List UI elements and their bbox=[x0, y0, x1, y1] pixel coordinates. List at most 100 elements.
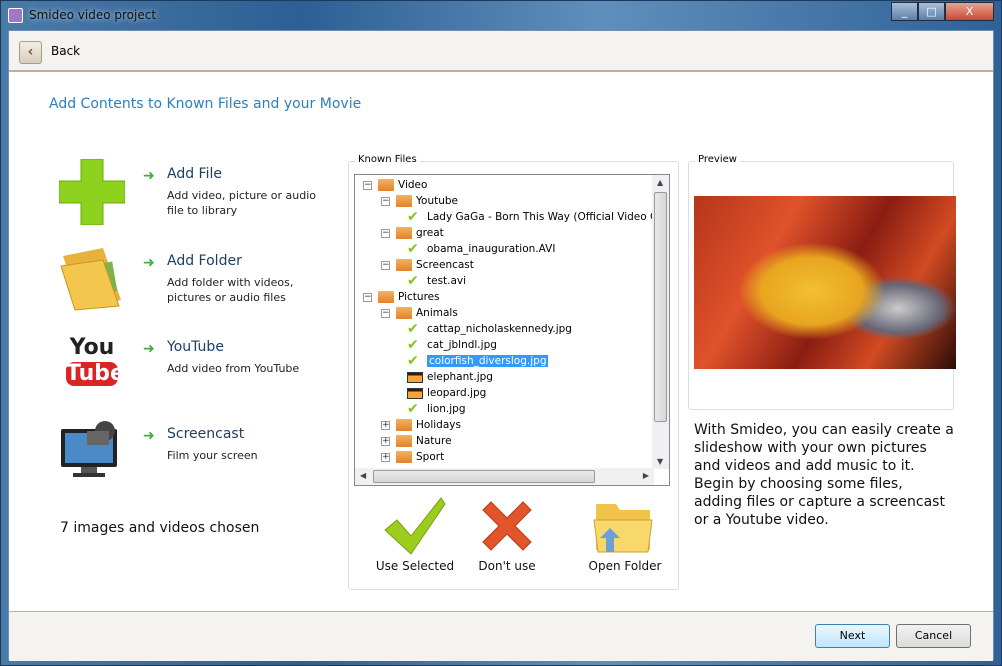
checkmark-icon: ✔ bbox=[407, 273, 419, 289]
folder-icon bbox=[396, 259, 412, 271]
tree-node[interactable]: − Animals bbox=[381, 305, 458, 321]
youtube-logo: You Tube bbox=[66, 335, 125, 386]
folder-icon bbox=[378, 291, 394, 303]
dont-use-button[interactable]: Don't use bbox=[471, 496, 543, 573]
tree-node-label[interactable]: Pictures bbox=[398, 291, 440, 303]
tree-node[interactable]: − Screencast bbox=[381, 257, 474, 273]
youtube-label[interactable]: YouTube bbox=[167, 339, 224, 355]
tree-node-label[interactable]: Sport bbox=[416, 451, 444, 463]
folder-icon bbox=[396, 227, 412, 239]
screencast-label[interactable]: Screencast bbox=[167, 426, 244, 442]
folder-icon bbox=[396, 435, 412, 447]
tree-node[interactable]: − Pictures bbox=[363, 289, 440, 305]
window-title: Smideo video project bbox=[29, 8, 157, 22]
tree-node[interactable]: + Sport bbox=[381, 449, 444, 465]
tree-node[interactable]: + Nature bbox=[381, 433, 452, 449]
expand-icon[interactable]: + bbox=[381, 420, 390, 430]
next-button[interactable]: Next bbox=[815, 624, 890, 648]
tree-node-label[interactable]: great bbox=[416, 227, 444, 239]
tree-node[interactable]: − Video bbox=[363, 177, 427, 193]
tree-node-label[interactable]: cat_jblndl.jpg bbox=[427, 339, 497, 351]
add-file-label[interactable]: Add File bbox=[167, 166, 222, 182]
collapse-icon[interactable]: − bbox=[381, 228, 390, 238]
tree-node[interactable]: + Holidays bbox=[381, 417, 461, 433]
back-label[interactable]: Back bbox=[51, 44, 80, 58]
checkmark-icon: ✔ bbox=[407, 337, 419, 353]
tree-node-label[interactable]: Animals bbox=[416, 307, 458, 319]
arrow-right-icon: ➜ bbox=[143, 341, 155, 357]
folder-icon bbox=[396, 419, 412, 431]
tree-node[interactable]: ✔ test.avi bbox=[407, 273, 466, 289]
folder-pictures-icon bbox=[60, 248, 121, 311]
add-file-action[interactable]: ➜ Add File Add video, picture or audio fi… bbox=[59, 159, 339, 229]
arrow-right-icon: ➜ bbox=[143, 255, 155, 271]
collapse-icon[interactable]: − bbox=[381, 308, 390, 318]
tree-node[interactable]: ✔ colorfish_diverslog.jpg bbox=[407, 353, 549, 369]
tree-node[interactable]: − great bbox=[381, 225, 444, 241]
checkmark-icon: ✔ bbox=[407, 353, 419, 369]
page-title: Add Contents to Known Files and your Mov… bbox=[49, 96, 362, 112]
tree-node[interactable]: ✔ cat_jblndl.jpg bbox=[407, 337, 497, 353]
vertical-scrollbar[interactable]: ▲ ▼ bbox=[652, 175, 669, 469]
checkmark-icon: ✔ bbox=[407, 321, 419, 337]
tree-node-label[interactable]: test.avi bbox=[427, 275, 466, 287]
collapse-icon[interactable]: − bbox=[381, 196, 390, 206]
add-folder-action[interactable]: ➜ Add Folder Add folder with videos, pict… bbox=[59, 246, 339, 316]
tree-node[interactable]: ✔ Lady GaGa - Born This Way (Official Vid… bbox=[407, 209, 667, 225]
known-files-tree[interactable]: + Sport + Nature + Holidays ✔ lion.jpg leopard.j… bbox=[354, 174, 670, 486]
tree-node-label[interactable]: cattap_nicholaskennedy.jpg bbox=[427, 323, 572, 335]
checkmark-icon: ✔ bbox=[407, 241, 419, 257]
tree-node[interactable]: ✔ obama_inauguration.AVI bbox=[407, 241, 555, 257]
folder-icon bbox=[378, 179, 394, 191]
tree-node[interactable]: elephant.jpg bbox=[407, 369, 493, 385]
chosen-count: 7 images and videos chosen bbox=[60, 520, 260, 536]
open-folder-icon bbox=[593, 504, 653, 553]
horizontal-scrollbar[interactable]: ◀ ▶ bbox=[355, 468, 654, 485]
collapse-icon[interactable]: − bbox=[363, 180, 372, 190]
maximize-button[interactable]: □ bbox=[918, 2, 945, 21]
tree-node-label[interactable]: Video bbox=[398, 179, 427, 191]
app-icon bbox=[8, 8, 23, 23]
title-bar: Smideo video project _ □ X bbox=[1, 1, 1001, 30]
screencast-action[interactable]: ➜ Screencast Film your screen bbox=[59, 419, 339, 489]
monitor-camera-icon bbox=[61, 421, 117, 477]
x-icon bbox=[482, 501, 532, 551]
minimize-button[interactable]: _ bbox=[891, 2, 918, 21]
use-selected-button[interactable]: Use Selected bbox=[369, 496, 461, 573]
tree-node-label[interactable]: leopard.jpg bbox=[427, 387, 486, 399]
tree-node-label[interactable]: lion.jpg bbox=[427, 403, 466, 415]
checkmark-icon: ✔ bbox=[407, 401, 419, 417]
collapse-icon[interactable]: − bbox=[363, 292, 372, 302]
tree-node-label[interactable]: Holidays bbox=[416, 419, 461, 431]
known-files-label: Known Files bbox=[355, 154, 420, 165]
add-folder-desc: Add folder with videos, pictures or audio… bbox=[167, 276, 294, 304]
screencast-desc: Film your screen bbox=[167, 449, 258, 462]
chevron-left-icon: ‹ bbox=[27, 44, 34, 60]
youtube-desc: Add video from YouTube bbox=[167, 362, 300, 375]
tree-node[interactable]: ✔ cattap_nicholaskennedy.jpg bbox=[407, 321, 572, 337]
open-folder-button[interactable]: Open Folder bbox=[583, 496, 667, 573]
plus-icon bbox=[59, 159, 125, 225]
tree-node-label[interactable]: elephant.jpg bbox=[427, 371, 493, 383]
arrow-right-icon: ➜ bbox=[143, 428, 155, 444]
tree-node-label[interactable]: Lady GaGa - Born This Way (Official Vide… bbox=[427, 211, 667, 223]
folder-icon bbox=[396, 451, 412, 463]
youtube-action[interactable]: You Tube ➜ YouTube Add video from YouTube bbox=[59, 332, 339, 402]
add-folder-label[interactable]: Add Folder bbox=[167, 253, 242, 269]
tree-node[interactable]: ✔ lion.jpg bbox=[407, 401, 466, 417]
tree-node-label[interactable]: colorfish_diverslog.jpg bbox=[427, 355, 549, 367]
preview-image bbox=[694, 196, 956, 369]
cancel-button[interactable]: Cancel bbox=[896, 624, 971, 648]
tree-node-label[interactable]: Screencast bbox=[416, 259, 474, 271]
checkmark-icon: ✔ bbox=[407, 209, 419, 225]
expand-icon[interactable]: + bbox=[381, 436, 390, 446]
collapse-icon[interactable]: − bbox=[381, 260, 390, 270]
tree-node-label[interactable]: obama_inauguration.AVI bbox=[427, 243, 555, 255]
tree-node[interactable]: leopard.jpg bbox=[407, 385, 486, 401]
back-button[interactable]: ‹ bbox=[19, 41, 42, 64]
tree-node[interactable]: − Youtube bbox=[381, 193, 458, 209]
tree-node-label[interactable]: Youtube bbox=[416, 195, 458, 207]
tree-node-label[interactable]: Nature bbox=[416, 435, 452, 447]
expand-icon[interactable]: + bbox=[381, 452, 390, 462]
close-button[interactable]: X bbox=[945, 2, 994, 21]
